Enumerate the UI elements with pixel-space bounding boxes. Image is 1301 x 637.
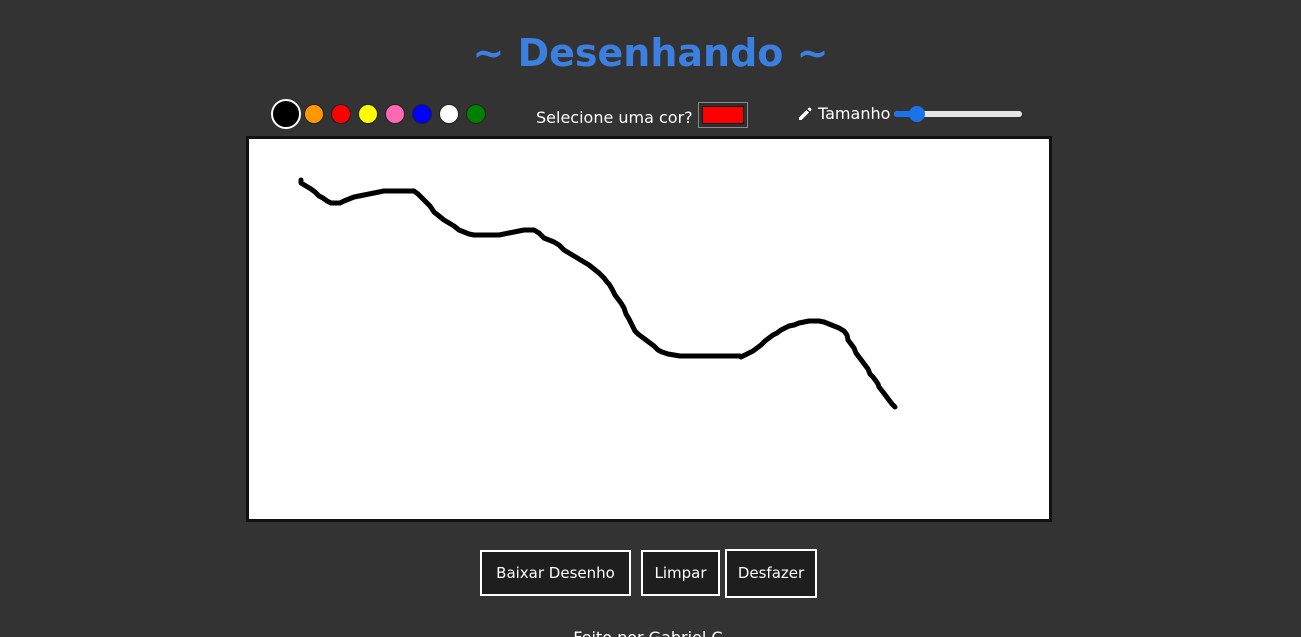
size-slider-thumb[interactable] (909, 106, 926, 122)
footer-credit: Feito por Gabriel C. (0, 628, 1301, 637)
color-swatch-black[interactable] (271, 99, 301, 129)
page-title: ~ Desenhando ~ (472, 31, 829, 75)
color-picker-label: Selecione uma cor? (536, 108, 693, 127)
drawn-stroke-line (298, 177, 898, 410)
color-swatch-blue[interactable] (412, 104, 432, 124)
color-swatch-pink[interactable] (385, 104, 405, 124)
color-swatch-white[interactable] (439, 104, 459, 124)
drawing-app: ~ Desenhando ~ Selecione uma cor? Tamanh… (0, 0, 1301, 637)
drawing-canvas[interactable] (246, 136, 1052, 522)
color-palette (271, 99, 493, 129)
size-slider[interactable] (894, 105, 1023, 123)
color-swatch-red[interactable] (331, 104, 351, 124)
download-button[interactable]: Baixar Desenho (480, 550, 631, 596)
size-label: Tamanho (818, 104, 891, 123)
undo-button[interactable]: Desfazer (725, 549, 817, 598)
color-picker-input[interactable] (698, 102, 748, 128)
pencil-icon (799, 107, 812, 120)
clear-button[interactable]: Limpar (641, 550, 720, 596)
color-swatch-yellow[interactable] (358, 104, 378, 124)
color-picker-swatch (702, 106, 744, 124)
drawing-stroke-layer (298, 177, 898, 410)
color-swatch-green[interactable] (466, 104, 486, 124)
color-swatch-orange[interactable] (304, 104, 324, 124)
size-control: Tamanho (797, 103, 1023, 125)
